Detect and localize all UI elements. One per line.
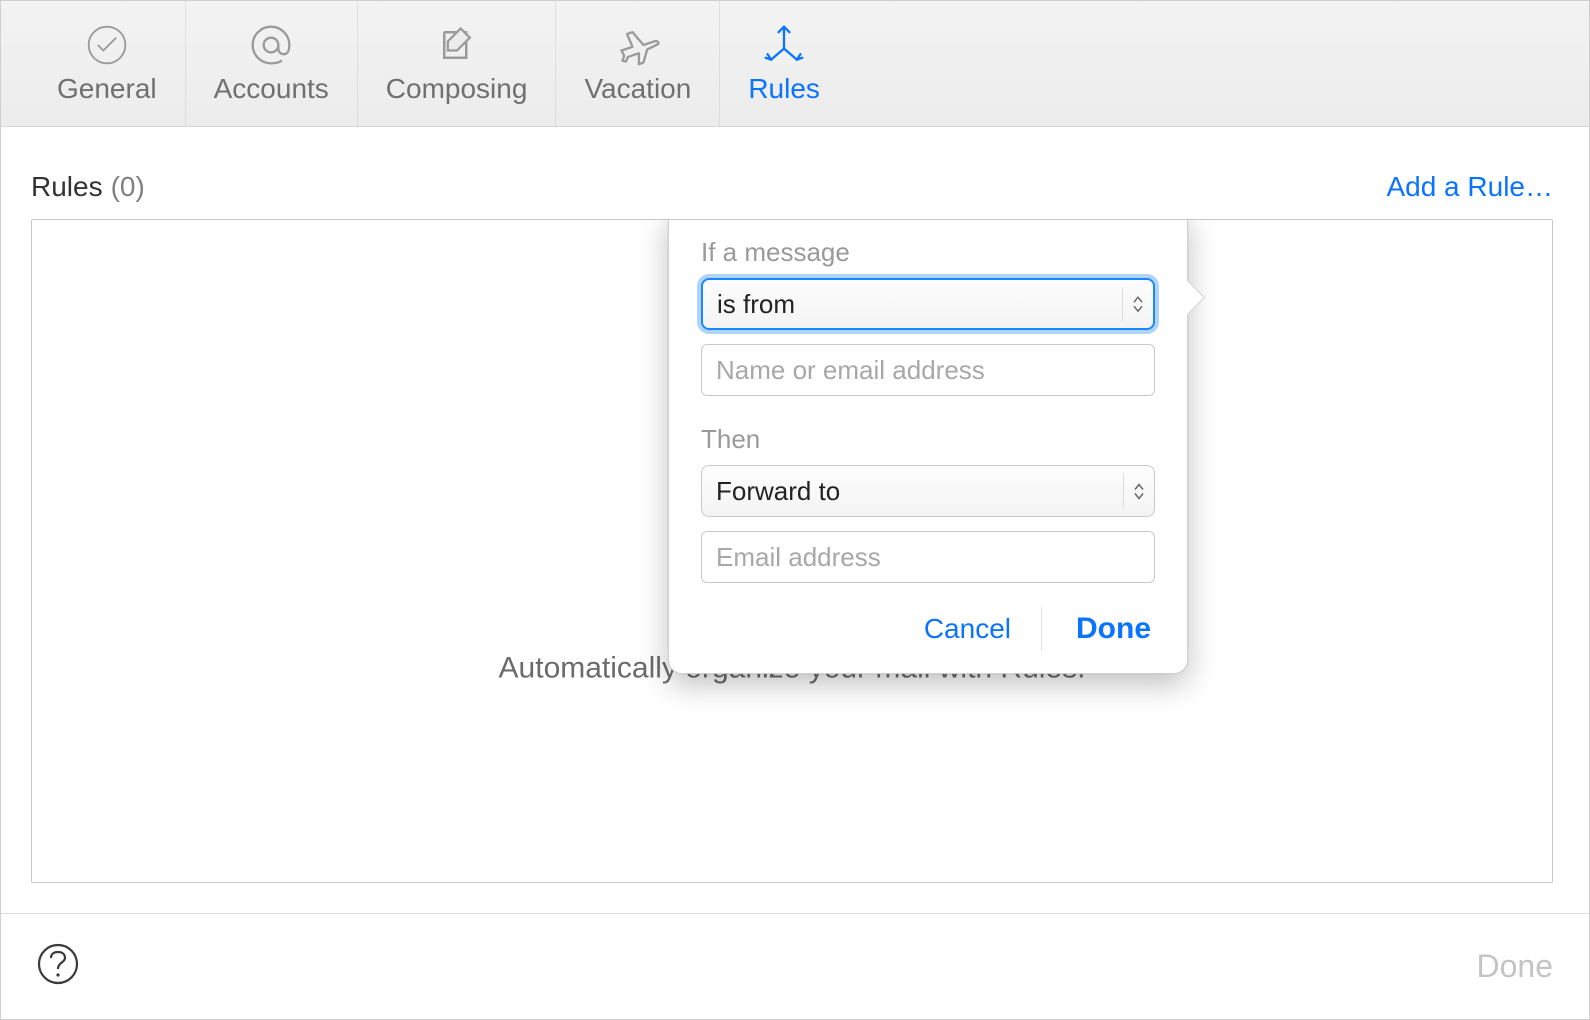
cancel-button[interactable]: Cancel [924,607,1042,651]
chevron-up-down-icon [1122,287,1143,321]
footer-done-button[interactable]: Done [1477,948,1554,985]
toolbar-item-rules[interactable]: Rules [719,1,848,126]
toolbar-item-accounts[interactable]: Accounts [185,1,357,126]
action-target-input[interactable] [701,531,1155,583]
action-label: Then [701,424,1155,455]
condition-value: is from [717,289,795,320]
at-icon [249,23,293,67]
rules-title: Rules [31,171,103,203]
compose-icon [435,23,479,67]
rules-list-box: Automatically organize your mail with Ru… [31,219,1553,883]
condition-value-input[interactable] [701,344,1155,396]
rules-panel: Rules (0) Add a Rule… Automatically orga… [1,127,1589,913]
preferences-toolbar: General Accounts Composing Vacat [1,1,1589,127]
toolbar-item-composing[interactable]: Composing [357,1,556,126]
footer: Done [1,913,1589,1019]
chevron-up-down-icon [1123,474,1144,509]
toolbar-item-general[interactable]: General [29,1,185,126]
done-button[interactable]: Done [1076,612,1155,646]
toolbar-item-label: Composing [386,73,528,105]
action-value: Forward to [716,476,840,507]
checkmark-icon [85,23,129,67]
toolbar-item-label: Accounts [214,73,329,105]
rule-editor-popover: If a message is from Then Forward to [668,219,1188,674]
toolbar-item-label: Vacation [584,73,691,105]
toolbar-item-label: Rules [748,73,820,105]
toolbar-item-vacation[interactable]: Vacation [555,1,719,126]
rules-header: Rules (0) Add a Rule… [31,171,1553,203]
help-icon[interactable] [37,943,79,990]
condition-select[interactable]: is from [701,278,1155,330]
rules-count: (0) [111,171,145,203]
add-rule-link[interactable]: Add a Rule… [1386,171,1553,203]
popover-actions: Cancel Done [701,607,1155,651]
condition-label: If a message [701,237,1155,268]
action-select[interactable]: Forward to [701,465,1155,517]
rules-icon [762,23,806,67]
plane-icon [616,23,660,67]
toolbar-item-label: General [57,73,157,105]
